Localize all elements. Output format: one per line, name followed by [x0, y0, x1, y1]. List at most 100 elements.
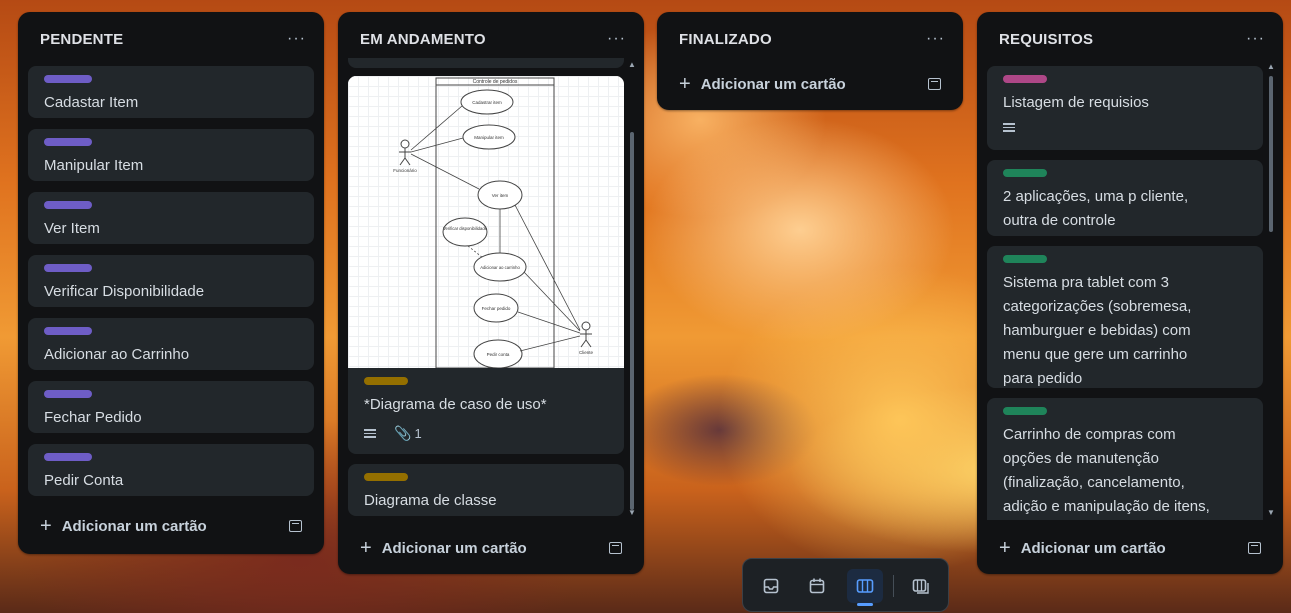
use-case-diagram: Controle de pedidos Cadastrar item Manip… [393, 77, 594, 369]
card-label[interactable] [44, 327, 92, 335]
card[interactable]: Diagrama de classe [348, 464, 624, 516]
actor-label: Funcionário [393, 168, 417, 173]
add-card-button[interactable]: + Adicionar um cartão [360, 537, 527, 560]
card[interactable]: Pedir Conta [28, 444, 314, 496]
card-title: Adicionar ao Carrinho [44, 346, 190, 363]
card-template-icon[interactable] [609, 542, 622, 554]
add-card-button[interactable]: + Adicionar um cartão [40, 515, 207, 538]
plus-icon: + [360, 536, 372, 559]
list-menu-button[interactable]: ··· [607, 31, 626, 47]
card-edge [348, 58, 624, 68]
card[interactable]: Adicionar ao Carrinho [28, 318, 314, 370]
card-label[interactable] [364, 377, 408, 385]
card-title: Fechar Pedido [44, 409, 142, 426]
attachment-count: 1 [414, 426, 422, 441]
card[interactable]: Verificar Disponibilidade [28, 255, 314, 307]
card-template-icon[interactable] [928, 78, 941, 90]
list-menu-button[interactable]: ··· [926, 31, 945, 47]
add-card-row: + Adicionar um cartão [657, 66, 963, 102]
actor-label: Cliente [579, 350, 594, 355]
list-em-andamento: EM ANDAMENTO ··· Controle de pedidos Cad… [338, 12, 644, 574]
add-card-label: Adicionar um cartão [381, 539, 527, 557]
list-title[interactable]: REQUISITOS [999, 31, 1093, 48]
scroll-up-icon[interactable]: ▲ [1267, 62, 1275, 71]
card-title: Ver Item [44, 220, 100, 237]
plus-icon: + [40, 514, 52, 537]
card-title: Listagem de requisios [1003, 94, 1149, 111]
plus-icon: + [999, 536, 1011, 559]
card[interactable]: Carrinho de compras com opções de manute… [987, 398, 1263, 520]
list-header: REQUISITOS ··· [977, 12, 1283, 66]
card[interactable]: Manipular Item [28, 129, 314, 181]
use-case-label: Manipular item [474, 135, 504, 140]
scroll-down-icon[interactable]: ▼ [628, 508, 636, 517]
add-card-row: + Adicionar um cartão [18, 508, 324, 544]
card-label[interactable] [44, 75, 92, 83]
add-card-label: Adicionar um cartão [1020, 539, 1166, 557]
card-label[interactable] [44, 264, 92, 272]
card-label[interactable] [1003, 169, 1047, 177]
use-case-label: Pedir conta [487, 352, 510, 357]
card-template-icon[interactable] [289, 520, 302, 532]
use-case-label: Ver item [492, 193, 509, 198]
card-title: Carrinho de compras com opções de manute… [1003, 426, 1210, 515]
toolbar-divider [893, 575, 894, 597]
card-label[interactable] [1003, 75, 1047, 83]
board-icon [856, 579, 874, 593]
card[interactable]: Ver Item [28, 192, 314, 244]
active-indicator [857, 603, 873, 606]
planner-button[interactable] [799, 569, 835, 603]
scroll-down-icon[interactable]: ▼ [1267, 508, 1275, 517]
inbox-button[interactable] [753, 569, 789, 603]
list-pendente: PENDENTE ··· Cadastar Item Manipular Ite… [18, 12, 324, 554]
add-card-row: + Adicionar um cartão [338, 530, 644, 566]
view-switcher-toolbar [742, 558, 949, 612]
card-title: 2 aplicações, uma p cliente, outra de co… [1003, 188, 1189, 229]
card-title: Pedir Conta [44, 472, 124, 489]
list-title[interactable]: PENDENTE [40, 31, 123, 48]
list-menu-button[interactable]: ··· [287, 31, 306, 47]
add-card-button[interactable]: + Adicionar um cartão [999, 537, 1166, 560]
card[interactable]: Controle de pedidos Cadastrar item Manip… [348, 76, 624, 454]
list-requisitos: REQUISITOS ··· Listagem de requisios 2 a… [977, 12, 1283, 574]
list-title[interactable]: EM ANDAMENTO [360, 31, 486, 48]
card[interactable]: 2 aplicações, uma p cliente, outra de co… [987, 160, 1263, 236]
card-template-icon[interactable] [1248, 542, 1261, 554]
card[interactable]: Fechar Pedido [28, 381, 314, 433]
use-case-label: Adicionar ao carrinho [480, 265, 520, 270]
list-scrollbar[interactable] [630, 132, 634, 510]
board: PENDENTE ··· Cadastar Item Manipular Ite… [0, 0, 1291, 613]
card[interactable]: Sistema pra tablet com 3 categorizações … [987, 246, 1263, 388]
list-scrollbar[interactable] [1269, 76, 1273, 232]
card[interactable]: Listagem de requisios [987, 66, 1263, 150]
switch-boards-icon [912, 579, 929, 594]
card[interactable]: Cadastar Item [28, 66, 314, 118]
add-card-row: + Adicionar um cartão [977, 530, 1283, 566]
card-label[interactable] [364, 473, 408, 481]
attachment-icon: 📎 [394, 425, 412, 441]
use-case-label: Verificar disponibilidade [443, 226, 488, 231]
list-header: FINALIZADO ··· [657, 12, 963, 66]
calendar-icon [809, 578, 825, 594]
card-label[interactable] [44, 390, 92, 398]
list-menu-button[interactable]: ··· [1246, 31, 1265, 47]
card-title: *Diagrama de caso de uso* [364, 396, 547, 413]
inbox-icon [763, 578, 779, 594]
card-label[interactable] [1003, 255, 1047, 263]
list-title[interactable]: FINALIZADO [679, 31, 772, 48]
card-title: Diagrama de classe [364, 492, 497, 509]
switch-boards-button[interactable] [903, 569, 939, 603]
card-label[interactable] [44, 453, 92, 461]
card-title: Sistema pra tablet com 3 categorizações … [1003, 274, 1192, 387]
scroll-up-icon[interactable]: ▲ [628, 60, 636, 69]
card-title: Cadastar Item [44, 94, 139, 111]
card-label[interactable] [44, 201, 92, 209]
board-button[interactable] [847, 569, 883, 606]
use-case-label: Fechar pedido [482, 306, 511, 311]
card-cover-image: Controle de pedidos Cadastrar item Manip… [348, 76, 624, 369]
card-label[interactable] [1003, 407, 1047, 415]
card-label[interactable] [44, 138, 92, 146]
add-card-button[interactable]: + Adicionar um cartão [679, 73, 846, 96]
diagram-title: Controle de pedidos [473, 79, 518, 85]
description-icon [1003, 121, 1015, 134]
